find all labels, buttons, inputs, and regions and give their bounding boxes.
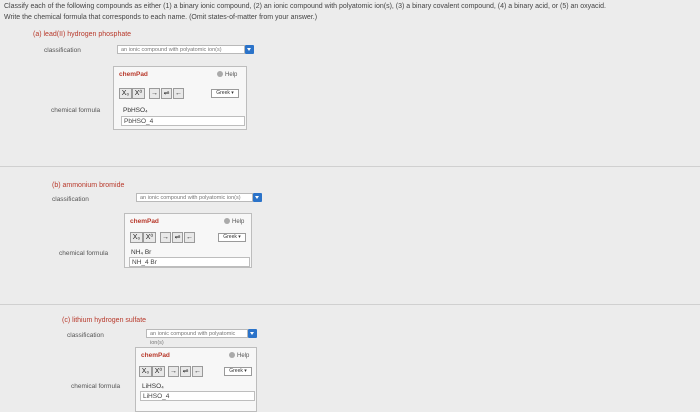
dropdown-arrow-icon[interactable] (248, 329, 257, 338)
part-c-formula-label: chemical formula (71, 383, 121, 390)
instructions-line-1: Classify each of the following compounds… (4, 3, 606, 10)
part-a-classification-select[interactable]: an ionic compound with polyatomic ion(s) (117, 45, 254, 54)
help-icon (217, 71, 223, 77)
equilibrium-arrow-button[interactable]: ⇌ (172, 232, 183, 243)
right-arrow-button[interactable]: → (149, 88, 160, 99)
chempad-title: chemPad (119, 71, 148, 78)
dropdown-arrow-icon[interactable] (245, 45, 254, 54)
help-icon (229, 352, 235, 358)
divider (0, 304, 700, 305)
part-c-chempad: chemPad Help X₀ X⁰ → ⇌ ← Greek ▾ (135, 347, 257, 412)
subscript-button[interactable]: X₀ (130, 232, 143, 243)
equilibrium-arrow-button[interactable]: ⇌ (180, 366, 191, 377)
equilibrium-arrow-button[interactable]: ⇌ (161, 88, 172, 99)
part-c-formula-preview: LiHSO₄ (142, 383, 164, 390)
help-icon (224, 218, 230, 224)
greek-dropdown[interactable]: Greek ▾ (211, 89, 239, 98)
part-c-formula-input[interactable]: LiHSO_4 (140, 391, 255, 401)
part-b-classification-value: an ionic compound with polyatomic ion(s) (140, 195, 241, 201)
dropdown-arrow-icon[interactable] (253, 193, 262, 202)
chempad-title: chemPad (141, 352, 170, 359)
subscript-button[interactable]: X₀ (139, 366, 152, 377)
right-arrow-button[interactable]: → (168, 366, 179, 377)
part-c-classification-label: classification (67, 332, 104, 339)
part-b-classification-label: classification (52, 196, 89, 203)
part-b-formula-input[interactable]: NH_4 Br (129, 257, 250, 267)
chempad-help-link[interactable]: Help (217, 71, 237, 78)
part-b-classification-select[interactable]: an ionic compound with polyatomic ion(s) (136, 193, 262, 202)
part-b-formula-preview: NH₄ Br (131, 249, 152, 256)
part-a-formula-label: chemical formula (51, 107, 101, 114)
part-a-formula-preview: PbHSO₄ (123, 107, 148, 114)
divider (0, 166, 700, 167)
part-c-title: (c) lithium hydrogen sulfate (62, 317, 147, 324)
greek-dropdown[interactable]: Greek ▾ (218, 233, 246, 242)
chempad-help-link[interactable]: Help (229, 352, 249, 359)
left-arrow-button[interactable]: ← (184, 232, 195, 243)
part-c-classification-value: an ionic compound with polyatomic ion(s) (150, 331, 236, 346)
superscript-button[interactable]: X⁰ (143, 232, 156, 243)
part-a-formula-input[interactable]: PbHSO_4 (121, 116, 245, 126)
left-arrow-button[interactable]: ← (192, 366, 203, 377)
right-arrow-button[interactable]: → (160, 232, 171, 243)
superscript-button[interactable]: X⁰ (152, 366, 165, 377)
part-b-title: (b) ammonium bromide (52, 182, 125, 189)
greek-dropdown[interactable]: Greek ▾ (224, 367, 252, 376)
part-b-formula-label: chemical formula (59, 250, 109, 257)
part-c-classification-select[interactable]: an ionic compound with polyatomic ion(s) (146, 329, 257, 346)
superscript-button[interactable]: X⁰ (132, 88, 145, 99)
chempad-title: chemPad (130, 218, 159, 225)
part-a-title: (a) lead(II) hydrogen phosphate (33, 31, 132, 38)
part-a-classification-value: an ionic compound with polyatomic ion(s) (121, 47, 222, 53)
instructions-line-2: Write the chemical formula that correspo… (4, 14, 318, 21)
subscript-button[interactable]: X₀ (119, 88, 132, 99)
left-arrow-button[interactable]: ← (173, 88, 184, 99)
part-a-classification-label: classification (44, 47, 81, 54)
chempad-help-link[interactable]: Help (224, 218, 244, 225)
